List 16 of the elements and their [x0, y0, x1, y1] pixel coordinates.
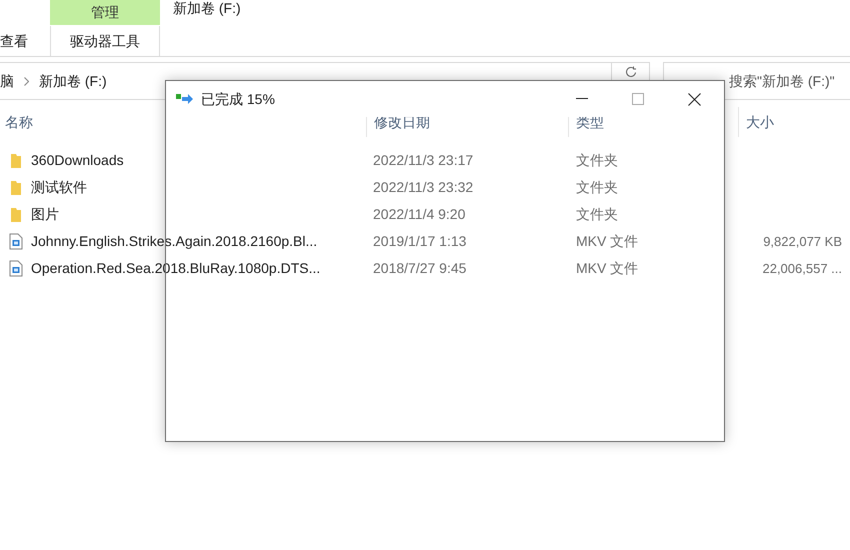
file-type: 文件夹 [575, 205, 619, 224]
dialog-title: 已完成 15% [201, 90, 275, 108]
context-tab-header: 管理 [50, 0, 160, 25]
search-placeholder: 搜索"新加卷 (F:)" [729, 72, 835, 91]
modified-date: 2022/11/3 23:17 [372, 151, 474, 170]
modified-date: 2018/7/27 9:45 [372, 259, 468, 278]
modified-date: 2022/11/3 23:32 [372, 178, 474, 197]
file-type: MKV 文件 [575, 232, 640, 251]
file-type: 文件夹 [575, 151, 619, 170]
file-size: 9,822,077 KB [762, 232, 843, 251]
file-type: MKV 文件 [575, 259, 640, 278]
file-size: 22,006,557 ... [761, 260, 843, 278]
modified-date: 2019/1/17 1:13 [372, 232, 468, 251]
window-title: 新加卷 (F:) [173, 0, 241, 18]
file-type: 文件夹 [575, 178, 619, 197]
modified-date: 2022/11/4 9:20 [372, 205, 466, 224]
